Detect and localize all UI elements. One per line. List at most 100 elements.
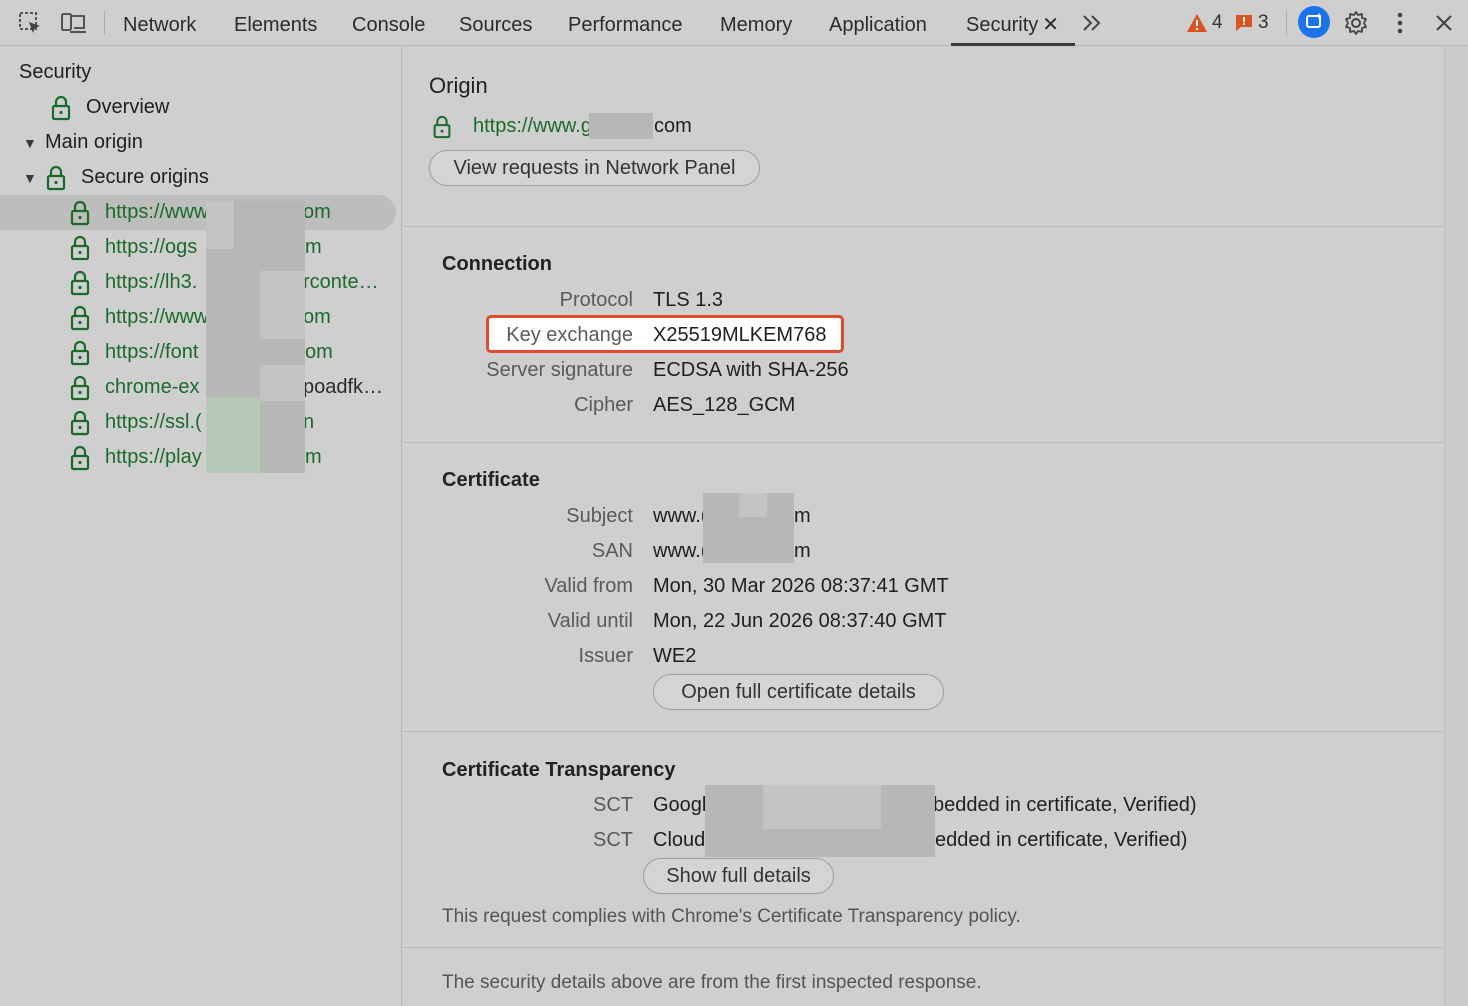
valid-from-value: Mon, 30 Mar 2026 08:37:41 GMT: [653, 575, 949, 597]
origin-heading: Origin: [429, 73, 488, 98]
sidebar-item-main-origin[interactable]: ▼ Main origin: [23, 125, 419, 160]
certificate-heading: Certificate: [442, 469, 540, 491]
cipher-label: Cipher: [574, 394, 633, 416]
origin-url-end: m: [305, 446, 322, 468]
tab-memory[interactable]: Memory: [720, 0, 792, 46]
sidebar-item-secure-origins[interactable]: ▼ Secure origins: [23, 160, 419, 195]
lock-icon: [432, 115, 452, 144]
transparency-compliance-note: This request complies with Chrome's Cert…: [442, 906, 1021, 927]
sct-label: SCT: [593, 794, 633, 816]
san-label: SAN: [591, 540, 633, 562]
key-exchange-value: X25519MLKEM768: [653, 324, 827, 346]
server-signature-value: ECDSA with SHA-256: [653, 359, 849, 381]
sidebar-item-overview-label: Overview: [86, 96, 170, 118]
origin-item[interactable]: chrome-ex poadfk…: [0, 370, 396, 405]
origin-item[interactable]: https://lh3. rconte…: [0, 265, 396, 300]
redaction-block: [260, 365, 305, 401]
protocol-label: Protocol: [559, 289, 633, 311]
caret-down-icon[interactable]: ▼: [23, 135, 37, 151]
warnings-badge[interactable]: 4: [1186, 12, 1223, 34]
origin-url-end: rconte…: [303, 271, 379, 293]
origin-url-start: https://ogs: [105, 236, 198, 258]
connection-heading: Connection: [442, 253, 552, 275]
redaction-block: [206, 201, 234, 249]
issuer-value: WE2: [653, 645, 697, 667]
more-tabs-icon[interactable]: [1078, 9, 1106, 37]
footer-note: The security details above are from the …: [442, 972, 982, 993]
lock-icon: [45, 165, 67, 191]
tab-security[interactable]: Security ✕: [951, 0, 1075, 46]
sct-label: SCT: [593, 829, 633, 851]
sct-value-start: Cloud: [653, 829, 706, 851]
sct-value-end: bedded in certificate, Verified): [933, 794, 1197, 816]
origin-url-start: https://www: [105, 306, 209, 328]
sidebar-item-main-origin-label: Main origin: [45, 131, 143, 153]
sidebar-item-secure-origins-label: Secure origins: [81, 166, 209, 188]
issues-count: 3: [1258, 12, 1269, 33]
cipher-value: AES_128_GCM: [653, 394, 796, 416]
scrollbar[interactable]: [1444, 47, 1468, 1006]
tab-network[interactable]: Network: [123, 0, 196, 46]
inspect-element-icon[interactable]: [16, 9, 44, 37]
origin-url-end: om: [303, 306, 331, 328]
origin-url-end: m: [305, 236, 322, 258]
lock-icon: [69, 445, 91, 471]
ai-assistant-icon[interactable]: [1298, 6, 1330, 38]
tab-elements[interactable]: Elements: [234, 0, 317, 46]
redaction-block: [206, 397, 260, 473]
sidebar-title-label: Security: [19, 61, 92, 83]
issues-badge[interactable]: 3: [1234, 12, 1269, 34]
section-divider: [403, 731, 1444, 732]
view-requests-button[interactable]: View requests in Network Panel: [429, 150, 760, 186]
origin-url-start: https://font: [105, 341, 199, 363]
valid-until-value: Mon, 22 Jun 2026 08:37:40 GMT: [653, 610, 947, 632]
origin-url-start: https://ssl.(: [105, 411, 202, 433]
origin-item[interactable]: https://www om: [0, 300, 396, 335]
device-toolbar-icon[interactable]: [60, 9, 88, 37]
more-vert-icon[interactable]: [1386, 9, 1414, 37]
valid-until-label: Valid until: [547, 610, 633, 632]
settings-icon[interactable]: [1342, 9, 1370, 37]
origin-url-end: com: [654, 115, 692, 137]
lock-icon: [69, 375, 91, 401]
sct-value-end: edded in certificate, Verified): [935, 829, 1188, 851]
toolbar-separator: [104, 11, 105, 35]
close-icon[interactable]: [1430, 9, 1458, 37]
security-sidebar: Security Overview ▼ Main origin ▼ Secure…: [0, 47, 402, 1006]
tab-application[interactable]: Application: [829, 0, 927, 46]
close-tab-icon[interactable]: ✕: [1042, 14, 1059, 36]
lock-icon: [69, 410, 91, 436]
origin-item[interactable]: https://ssl.( n: [0, 405, 396, 440]
warnings-count: 4: [1212, 12, 1223, 33]
tab-sources[interactable]: Sources: [459, 0, 532, 46]
toolbar-separator-2: [1286, 11, 1287, 35]
origin-url-end: om: [305, 341, 333, 363]
show-full-details-button[interactable]: Show full details: [643, 858, 834, 894]
tab-console[interactable]: Console: [352, 0, 425, 46]
warning-icon: [1187, 14, 1207, 32]
origin-item[interactable]: https://font om: [0, 335, 396, 370]
caret-down-icon[interactable]: ▼: [23, 170, 37, 186]
section-divider: [403, 442, 1444, 443]
security-main-panel: Origin https://www.g com View requests i…: [403, 47, 1444, 1006]
redaction-block: [739, 493, 767, 517]
tab-performance[interactable]: Performance: [568, 0, 683, 46]
origin-url-end: om: [303, 201, 331, 223]
issuer-label: Issuer: [578, 645, 633, 667]
origin-url-end: poadfk…: [303, 376, 384, 398]
origin-item[interactable]: https://www om: [0, 195, 396, 230]
redaction-block: [589, 113, 653, 139]
tab-security-label: Security: [966, 14, 1039, 36]
origin-item[interactable]: https://play m: [0, 440, 396, 475]
origin-url-start: https://www.g: [473, 115, 592, 137]
lock-icon: [69, 270, 91, 296]
subject-value-end: m: [794, 505, 811, 527]
devtools-toolbar: Network Elements Console Sources Perform…: [0, 0, 1468, 46]
origin-item[interactable]: https://ogs m: [0, 230, 396, 265]
sidebar-item-overview[interactable]: Overview: [50, 90, 446, 125]
section-divider: [403, 226, 1444, 227]
open-certificate-details-button[interactable]: Open full certificate details: [653, 674, 944, 710]
lock-icon: [50, 95, 72, 121]
san-value-end: m: [794, 540, 811, 562]
section-divider: [403, 947, 1444, 948]
